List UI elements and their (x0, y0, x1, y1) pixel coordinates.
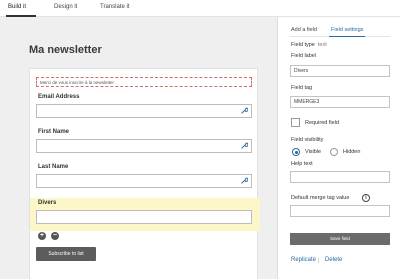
last-name-label: Last Name (38, 164, 69, 170)
first-name-field[interactable] (36, 139, 252, 153)
field-type-row: Field type text (291, 42, 327, 48)
visible-label: Visible (305, 149, 322, 155)
last-name-field[interactable] (36, 174, 252, 188)
top-tab-bar: Build it Design it Translate it (0, 0, 400, 17)
divers-label: Divers (38, 200, 57, 206)
field-label-input[interactable]: Divers (290, 65, 390, 77)
remove-field-icon[interactable]: − (51, 232, 59, 240)
default-merge-tag-label: Default merge tag value (291, 195, 350, 201)
tab-add-a-field[interactable]: Add a field (291, 27, 317, 33)
hidden-radio[interactable] (330, 148, 338, 156)
field-label-label: Field label (291, 53, 317, 59)
delete-link[interactable]: Delete (325, 257, 342, 263)
field-tag-label: Field tag (291, 85, 313, 91)
help-text-label: Help text (291, 161, 313, 167)
add-field-icon[interactable]: + (38, 232, 46, 240)
intro-text-block[interactable]: Merci de vous inscrire à la newsletter (36, 77, 252, 87)
wrench-icon[interactable] (240, 142, 248, 150)
tab-field-settings[interactable]: Field settings (331, 27, 363, 33)
tab-build-it[interactable]: Build it (8, 4, 26, 10)
hidden-label: Hidden (343, 149, 361, 155)
field-type-value: text (317, 42, 327, 48)
field-tag-input[interactable]: MMERGE3 (290, 96, 390, 108)
required-field-label: Required field (305, 120, 339, 126)
visible-radio[interactable] (292, 148, 300, 156)
required-field-checkbox[interactable] (291, 118, 300, 127)
wrench-icon[interactable] (240, 177, 248, 185)
first-name-label: First Name (38, 129, 70, 135)
field-visibility-label: Field visibility (291, 137, 324, 143)
info-icon[interactable]: i (362, 194, 370, 202)
email-address-field[interactable] (36, 104, 252, 118)
tab-translate-it[interactable]: Translate it (100, 4, 129, 10)
divers-field[interactable] (36, 210, 252, 224)
help-text-input[interactable] (290, 171, 390, 183)
subscribe-button[interactable]: Subscribe to list (36, 247, 96, 261)
field-type-label: Field type (291, 42, 315, 48)
email-address-label: Email Address (38, 94, 80, 100)
newsletter-title: Ma newsletter (29, 44, 102, 56)
link-divider: | (318, 258, 320, 264)
default-merge-tag-input[interactable] (290, 205, 390, 217)
tab-design-it[interactable]: Design it (54, 4, 77, 10)
wrench-icon[interactable] (240, 107, 248, 115)
save-field-button[interactable]: Save field (290, 233, 390, 245)
active-panel-tab-indicator (329, 36, 365, 37)
replicate-link[interactable]: Replicate (291, 257, 316, 263)
